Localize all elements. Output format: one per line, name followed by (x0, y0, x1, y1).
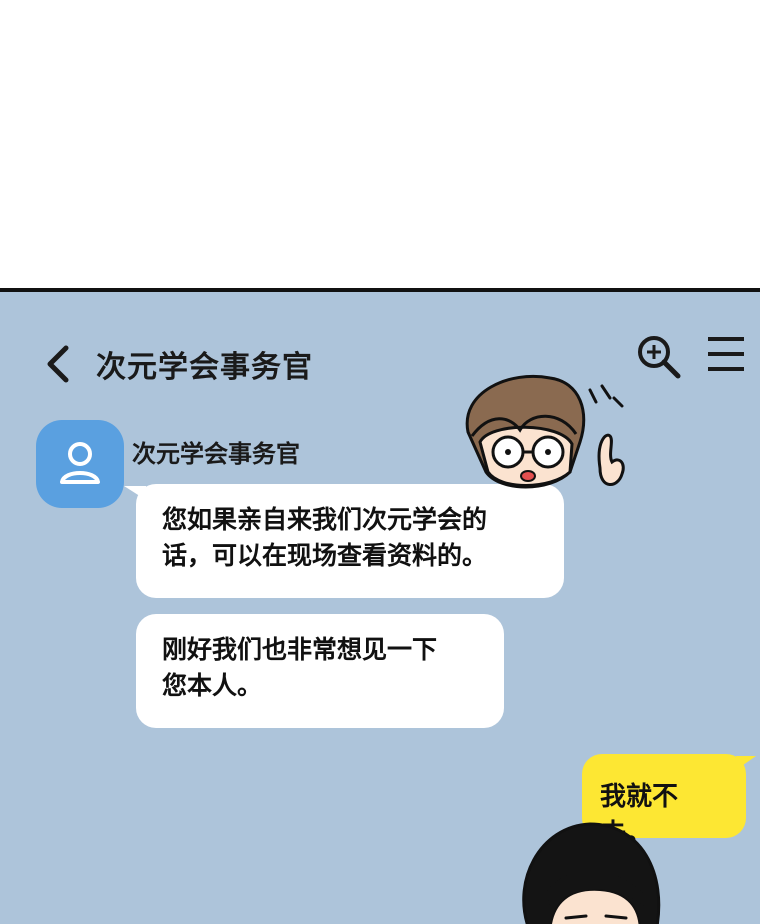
sender-name: 次元学会事务官 (132, 440, 300, 468)
message-line: 话，可以在现场查看资料的。 (162, 541, 488, 570)
avatar[interactable] (36, 420, 124, 508)
chat-screen: 次元学会事务官 次元学会事务官 您如果亲自来我们次元学会的 话，可以在现场查看资… (0, 288, 760, 924)
zoom-in-icon[interactable] (634, 332, 684, 382)
chibi-character-illustration (465, 374, 625, 489)
blank-panel-area (0, 0, 760, 288)
message-bubble: 刚好我们也非常想见一下 您本人。 (136, 614, 504, 728)
menu-icon[interactable] (704, 334, 748, 374)
chat-header: 次元学会事务官 (0, 292, 760, 422)
character-illustration (522, 822, 661, 924)
message-line: 刚好我们也非常想见一下 (162, 635, 438, 664)
user-icon (60, 442, 100, 484)
message-line: 您如果亲自来我们次元学会的 (162, 505, 488, 534)
message-line: 您本人。 (162, 671, 263, 700)
chevron-left-icon[interactable] (40, 342, 76, 386)
chat-title: 次元学会事务官 (96, 350, 313, 385)
